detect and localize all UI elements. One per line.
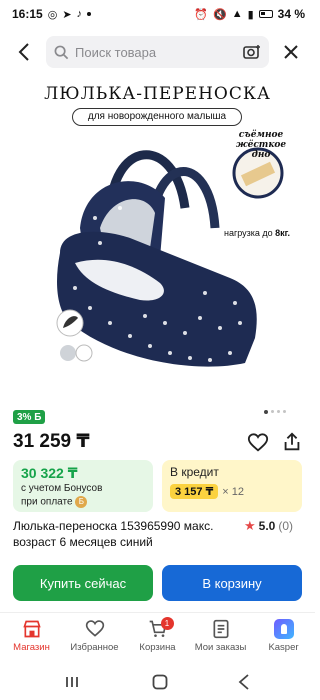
image-note: съёмное жёсткое дно — [235, 130, 287, 160]
pager-dot-active — [264, 410, 268, 414]
signal-icon: ▲ — [231, 8, 243, 20]
product-title: Люлька-переноска 153965990 макс. возраст… — [13, 519, 214, 549]
nav-item-favorites[interactable]: Избранное — [64, 619, 126, 658]
cart-count-badge: 1 — [160, 617, 174, 630]
credit-multiplier: × 12 — [222, 485, 244, 498]
credit-row: 3 157 ₸ × 12 — [170, 484, 294, 499]
wifi-signal-icon: ▮ — [247, 8, 254, 21]
credit-card[interactable]: В кредит 3 157 ₸ × 12 — [162, 460, 302, 512]
nav-label-cart: Корзина — [139, 642, 176, 653]
notification-dot-icon — [87, 12, 92, 16]
image-pager — [264, 410, 286, 414]
kasper-icon — [273, 619, 294, 639]
carrycot-illustration — [56, 147, 284, 367]
add-to-cart-button[interactable]: В корзину — [162, 565, 302, 601]
store-icon — [22, 620, 41, 638]
buy-now-button[interactable]: Купить сейчас — [13, 565, 153, 601]
nav-item-cart[interactable]: 1 Корзина — [127, 617, 189, 658]
share-icon[interactable] — [281, 431, 303, 453]
bonus-line2-wrap: при оплате Б — [21, 496, 145, 509]
battery-level: 34 % — [277, 7, 305, 21]
camera-search-icon[interactable] — [243, 44, 261, 60]
nav-label-favorites: Избранное — [70, 642, 119, 653]
nav-item-orders[interactable]: Мои заказы — [190, 619, 252, 658]
product-rating[interactable]: ★ 5.0 (0) — [244, 518, 293, 534]
alarm-icon: ⏰ — [194, 8, 208, 21]
bonus-percent-badge: 3% Б — [13, 410, 46, 424]
review-count: (0) — [278, 519, 294, 533]
nav-label-kasper: Kasper — [268, 642, 299, 653]
back-nav-icon[interactable] — [238, 674, 250, 690]
nav-label-orders: Мои заказы — [194, 642, 247, 653]
badge-label: 3% Б — [17, 411, 42, 423]
star-icon: ★ — [244, 518, 256, 533]
credit-amount: 3 157 ₸ — [170, 484, 219, 499]
rating-value: 5.0 — [258, 519, 276, 533]
mute-icon: 🔇 — [212, 8, 227, 21]
bonus-price: 30 322 ₸ — [21, 465, 78, 481]
bonus-line1: с учетом Бонусов — [21, 483, 103, 494]
orders-icon — [213, 619, 228, 639]
pager-dot — [283, 410, 286, 413]
bonus-price-card[interactable]: 30 322 ₸ с учетом Бонусов при оплате Б — [13, 460, 153, 512]
image-load-value: 8кг. — [275, 228, 291, 238]
close-button[interactable] — [279, 40, 303, 64]
arrow-left-icon — [18, 43, 29, 61]
credit-label: В кредит — [170, 465, 219, 479]
bonus-coin-icon: Б — [75, 496, 88, 508]
product-image[interactable]: ЛЮЛЬКА-ПЕРЕНОСКА для новорожденного малы… — [0, 78, 315, 408]
bonus-line2: при оплате — [21, 496, 73, 508]
status-bar: 16:15 ◎ ➤ ♪ ⏰ 🔇 ▲ ▮ 34 % — [0, 0, 315, 28]
telegram-icon: ➤ — [62, 8, 72, 21]
battery-icon — [258, 10, 273, 18]
product-price: 31 259 ₸ — [13, 431, 90, 452]
status-time: 16:15 — [12, 7, 43, 21]
image-load-label: нагрузка до — [223, 228, 273, 238]
home-icon[interactable] — [152, 674, 168, 690]
pager-dot — [271, 410, 274, 413]
image-load: нагрузка до 8кг. — [222, 228, 292, 239]
search-placeholder: Поиск товара — [75, 44, 157, 60]
pager-dot — [277, 410, 280, 413]
nav-item-store[interactable]: Магазин — [1, 619, 63, 658]
nav-label-store: Магазин — [13, 642, 50, 653]
nav-item-kasper[interactable]: Kasper — [253, 619, 315, 658]
search-icon — [54, 45, 69, 59]
close-icon — [284, 45, 298, 59]
heart-icon — [85, 620, 104, 637]
recent-apps-icon[interactable] — [65, 675, 83, 689]
search-header: Поиск товара — [0, 34, 315, 70]
back-button[interactable] — [12, 40, 36, 64]
search-input[interactable]: Поиск товара — [46, 36, 269, 68]
system-nav-bar — [0, 664, 315, 700]
favorite-heart-icon[interactable] — [247, 432, 269, 454]
whatsapp-icon: ◎ — [47, 8, 58, 21]
tiktok-icon: ♪ — [76, 8, 83, 20]
bottom-nav: Магазин Избранное 1 Корзина Мои заказы K… — [0, 612, 315, 658]
